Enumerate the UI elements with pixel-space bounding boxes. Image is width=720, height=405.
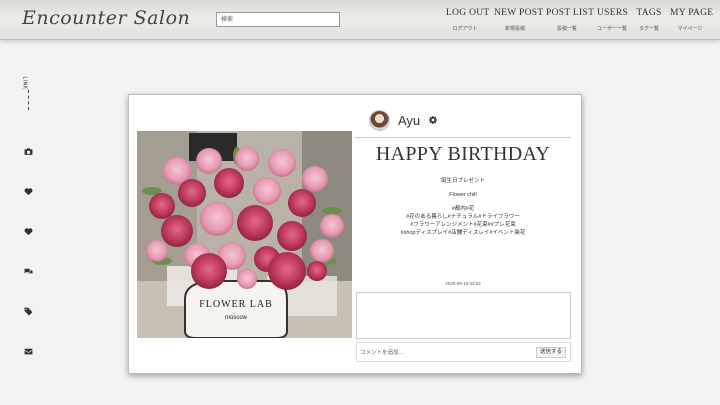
nav-users-sub: ユーザー一覧 <box>597 26 627 32</box>
nav-post-list-label: POST LIST <box>546 8 595 18</box>
camera-icon[interactable] <box>22 145 34 157</box>
sidebar-link-marker: LINK <box>21 76 34 110</box>
gear-icon[interactable] <box>429 116 438 124</box>
photo-box-sub: moscow <box>225 315 248 321</box>
post-title: HAPPY BIRTHDAY <box>375 143 551 165</box>
heart-icon[interactable] <box>22 185 34 197</box>
nav-logout[interactable]: LOG OUT ログアウト <box>446 8 490 38</box>
header-bar: Encounter Salon LOG OUT ログアウト NEW POST 新… <box>0 0 720 40</box>
post-card: FLOWER LAB moscow Ayu HAPPY BIRTHDAY 誕生日… <box>128 94 582 374</box>
submit-comment-button[interactable]: 送信する <box>535 347 566 358</box>
nav-users-label: USERS <box>597 8 629 18</box>
nav-my-page-sub: マイページ <box>677 26 703 32</box>
nav-post-list-sub: 投稿一覧 <box>556 26 577 32</box>
nav-logout-label: LOG OUT <box>446 8 490 18</box>
avatar[interactable] <box>369 109 390 131</box>
post-shop: Flower chill <box>449 192 477 198</box>
post-timestamp: 2020-09-10 03:02 <box>445 281 481 286</box>
title-divider <box>355 137 571 138</box>
nav-my-page[interactable]: MY PAGE マイページ <box>670 8 714 38</box>
nav-logout-sub: ログアウト <box>452 26 478 32</box>
sidebar-link-label: LINK <box>21 76 28 90</box>
nav-post-list[interactable]: POST LIST 投稿一覧 <box>546 8 595 38</box>
nav-tags-sub: タグ一覧 <box>638 26 659 32</box>
comments-icon[interactable] <box>22 265 34 277</box>
nav-new-post-sub: 新規投稿 <box>504 26 525 32</box>
nav-tags[interactable]: TAGS タグ一覧 <box>636 8 662 38</box>
author-name[interactable]: Ayu <box>398 113 420 128</box>
post-author[interactable]: Ayu <box>369 109 438 131</box>
post-tags-3[interactable]: #フラワーアレンジメント#花束##プレ花束 <box>355 221 571 229</box>
nav-tags-label: TAGS <box>636 8 662 18</box>
photo-box-text: FLOWER LAB <box>199 299 273 310</box>
nav-new-post-label: NEW POST <box>494 8 544 18</box>
post-photo: FLOWER LAB moscow <box>137 131 352 338</box>
comments-list <box>356 292 571 339</box>
post-tags-4[interactable]: #shopディスプレイ#店舗ディスレイ#イベント装花 <box>355 229 571 237</box>
post-body: 誕生日プレゼント Flower chill #都内#花 #花のある暮らし#ナチュ… <box>355 177 571 237</box>
comment-input[interactable] <box>360 348 530 358</box>
sidebar-link-line <box>28 90 29 110</box>
nav-my-page-label: MY PAGE <box>670 8 714 18</box>
envelope-icon[interactable] <box>22 345 34 357</box>
nav-new-post[interactable]: NEW POST 新規投稿 <box>494 8 544 38</box>
post-tags-1[interactable]: #都内#花 <box>355 205 571 213</box>
post-caption: 誕生日プレゼント <box>440 178 485 184</box>
post-tags-2[interactable]: #花のある暮らし#ナチュラル#ドライフラワー <box>355 213 571 221</box>
heart-outline-icon[interactable] <box>22 225 34 237</box>
site-logo[interactable]: Encounter Salon <box>22 7 190 29</box>
comment-form: 送信する <box>356 342 571 362</box>
nav-users[interactable]: USERS ユーザー一覧 <box>597 8 629 38</box>
tag-icon[interactable] <box>22 305 34 317</box>
search-input[interactable] <box>216 12 340 27</box>
